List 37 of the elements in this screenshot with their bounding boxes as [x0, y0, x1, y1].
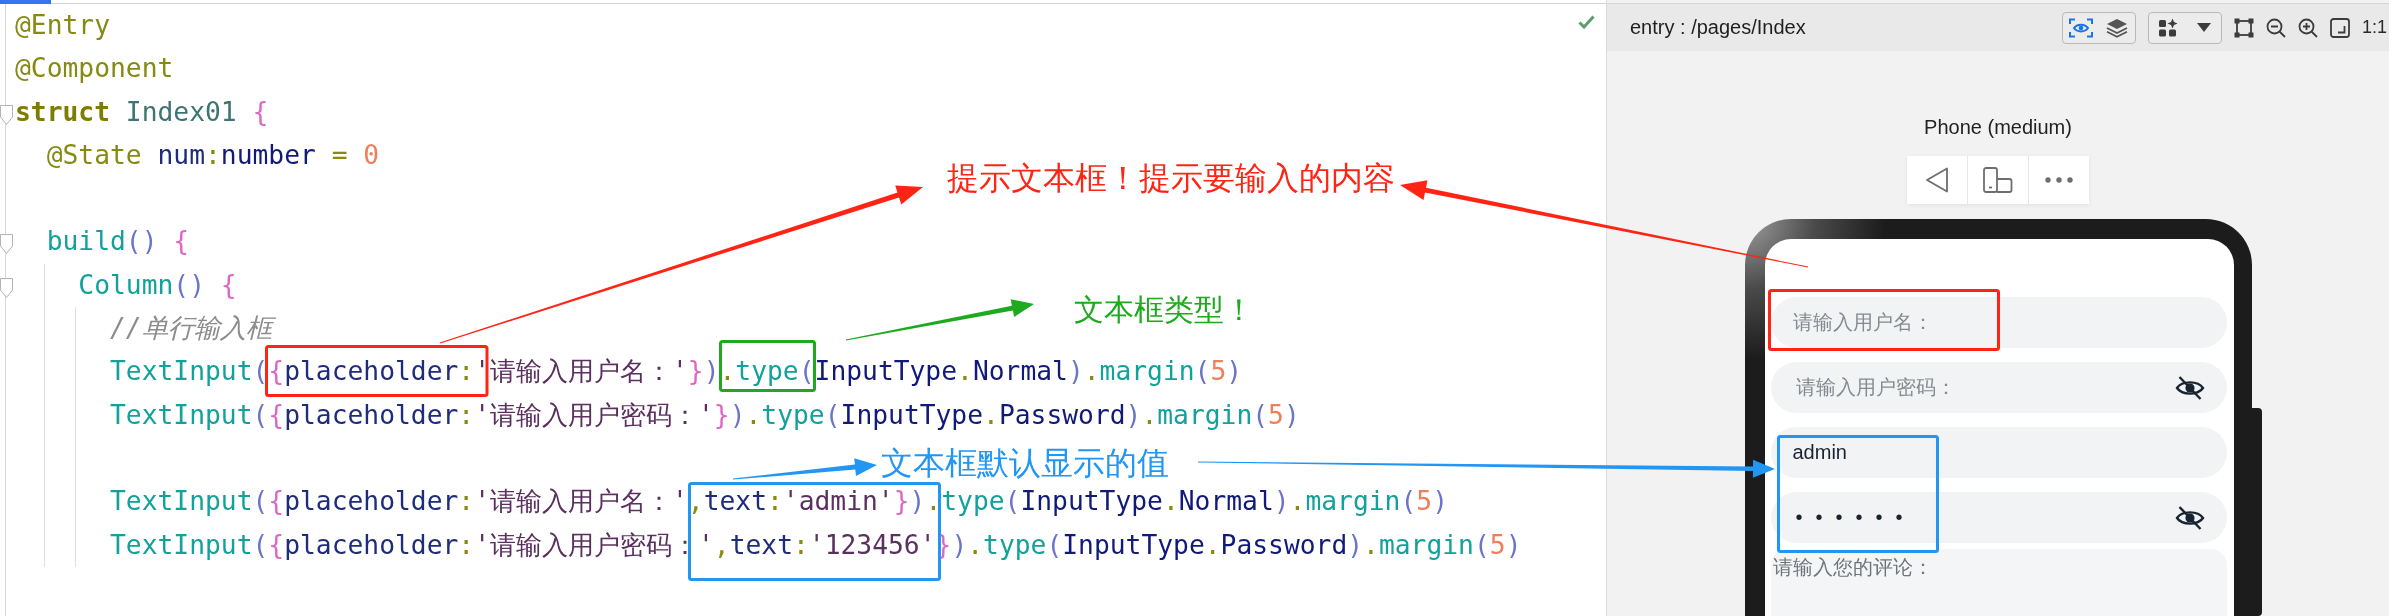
inspect-icon: [2068, 17, 2093, 38]
layers-icon: [2105, 17, 2128, 38]
page-path: entry : /pages/Index: [1630, 16, 1806, 39]
grid-dropdown[interactable]: [2147, 11, 2222, 44]
code-line: TextInput({placeholder:'请输入用户密码：'}).type(InputType.Password).margin(5): [109, 399, 1300, 430]
code-line: @State num:number = 0: [46, 139, 380, 170]
device-icon: [1983, 167, 2013, 193]
text-field[interactable]: 请输入用户名：: [1770, 297, 2227, 348]
zoom-in-icon[interactable]: [2297, 17, 2318, 38]
password-field[interactable]: 请输入用户密码：: [1770, 362, 2227, 413]
code-line: @Component: [15, 53, 174, 84]
annotation-text: 文本框默认显示的值: [881, 444, 1169, 482]
code-line: struct Index01 {: [15, 96, 269, 127]
code-line: build() {: [46, 226, 190, 257]
selection-frame-icon[interactable]: [2233, 17, 2254, 38]
more-button[interactable]: [2029, 156, 2089, 204]
eye-off-icon[interactable]: [2174, 374, 2205, 401]
actual-size-button[interactable]: 1:1: [2361, 17, 2387, 38]
device-label: Phone (medium): [1923, 115, 2073, 139]
code-line: @Entry: [15, 10, 110, 40]
code-line: Column() {: [78, 269, 237, 300]
more-icon: [2045, 177, 2073, 183]
annotation-text: 提示文本框！提示要输入的内容: [947, 159, 1395, 197]
rotate-button[interactable]: [1968, 156, 2028, 204]
grid-icon: [2158, 17, 2179, 38]
tab-indicator: [0, 0, 51, 4]
password-field[interactable]: ••••••: [1770, 492, 2227, 543]
annotation-text: 文本框类型！: [1074, 291, 1254, 329]
resize-icon[interactable]: [2329, 17, 2350, 38]
zoom-out-icon[interactable]: [2265, 17, 2286, 38]
back-icon: [1925, 167, 1949, 193]
text-area[interactable]: 请输入您的评论：: [1770, 549, 2227, 616]
text-field[interactable]: admin: [1770, 427, 2227, 478]
code-line: TextInput({placeholder:'请输入用户名：',text:'admin'}).type(InputType.Normal).margin(5): [109, 486, 1448, 517]
eye-off-icon[interactable]: [2174, 504, 2205, 531]
back-button[interactable]: [1907, 156, 1967, 204]
caret-icon: [2197, 23, 2212, 32]
